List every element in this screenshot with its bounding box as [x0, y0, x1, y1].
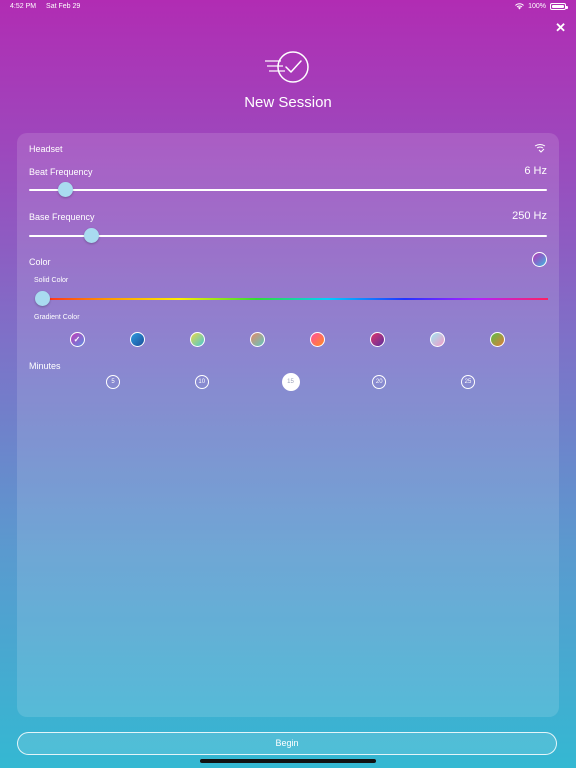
- close-icon: ✕: [555, 20, 566, 35]
- checkmark-icon: ✓: [73, 335, 81, 344]
- minute-option-20[interactable]: 20: [372, 375, 387, 389]
- gradient-swatch[interactable]: [489, 332, 505, 347]
- home-indicator: [200, 759, 376, 763]
- status-time: 4:52 PM: [10, 3, 37, 10]
- settings-card: Headset Beat Frequency 6 Hz Base Frequen…: [17, 133, 559, 717]
- gradient-color-label: Gradient Color: [34, 314, 80, 321]
- gradient-swatch[interactable]: [189, 332, 205, 347]
- begin-button[interactable]: Begin: [17, 732, 557, 755]
- status-date: Sat Feb 29: [46, 3, 81, 10]
- solid-color-label: Solid Color: [34, 277, 69, 284]
- headset-label: Headset: [29, 144, 63, 154]
- base-frequency-value: 250 Hz: [512, 210, 547, 222]
- gradient-swatch[interactable]: [369, 332, 385, 347]
- battery-percent: 100%: [528, 3, 546, 10]
- minute-option-5[interactable]: 5: [106, 375, 120, 389]
- beat-frequency-label: Beat Frequency: [29, 167, 93, 177]
- wifi-icon: [515, 3, 524, 10]
- gradient-swatch[interactable]: ✓: [69, 332, 85, 347]
- status-bar: 4:52 PM Sat Feb 29 100%: [0, 3, 576, 17]
- beat-frequency-value: 6 Hz: [524, 165, 547, 177]
- session-logo: [0, 48, 576, 91]
- gradient-swatch[interactable]: [129, 332, 145, 347]
- base-frequency-track[interactable]: [29, 235, 547, 237]
- gradient-swatch[interactable]: [429, 332, 445, 347]
- color-label: Color: [29, 257, 51, 267]
- headset-signal-icon[interactable]: [533, 143, 547, 154]
- beat-frequency-track[interactable]: [29, 189, 547, 191]
- gradient-swatch[interactable]: [249, 332, 265, 347]
- page-title: New Session: [244, 94, 332, 111]
- minute-option-25[interactable]: 25: [461, 375, 475, 389]
- beat-frequency-thumb[interactable]: [57, 182, 73, 197]
- base-frequency-label: Base Frequency: [29, 212, 95, 222]
- gradient-swatch[interactable]: [309, 332, 325, 347]
- minutes-label: Minutes: [29, 361, 61, 371]
- speed-check-icon: [265, 51, 309, 83]
- minute-option-10[interactable]: 10: [194, 375, 209, 389]
- color-preview[interactable]: [532, 252, 547, 267]
- solid-color-thumb[interactable]: [34, 291, 50, 306]
- base-frequency-thumb[interactable]: [83, 228, 99, 243]
- color-spectrum-slider[interactable]: [36, 298, 548, 300]
- minute-option-15[interactable]: 15: [281, 373, 300, 391]
- battery-icon: [550, 3, 568, 10]
- close-button[interactable]: ✕: [555, 20, 566, 36]
